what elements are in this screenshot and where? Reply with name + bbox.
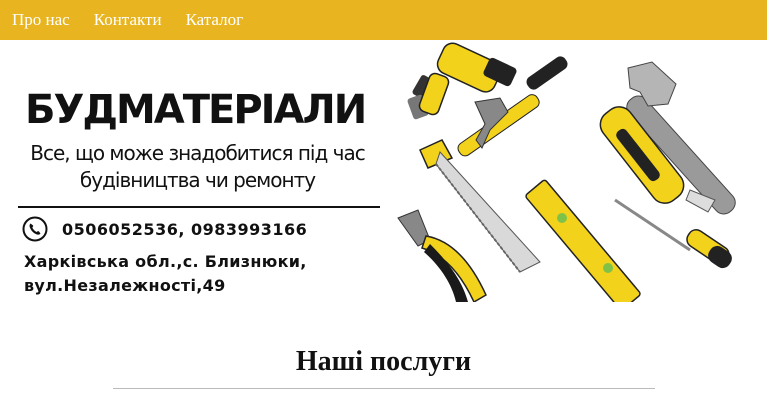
spirit-level-icon: [525, 179, 641, 302]
phone-row: 0506052536, 0983993166: [22, 215, 307, 243]
nav-link-about[interactable]: Про нас: [12, 10, 70, 30]
nav-link-catalog[interactable]: Каталог: [186, 10, 244, 30]
phone-icon: [22, 216, 48, 242]
address-line-1: Харківська обл.,с. Близнюки,: [24, 252, 307, 271]
tagline: Все, що може знадобитися під час будівни…: [30, 141, 365, 192]
address: Харківська обл.,с. Близнюки, вул.Незалеж…: [24, 250, 384, 298]
phone-numbers[interactable]: 0506052536, 0983993166: [62, 220, 307, 239]
services-divider: [113, 388, 655, 389]
pliers-icon: [397, 209, 487, 302]
hero-divider: [18, 206, 380, 208]
address-line-2: вул.Незалежності,49: [24, 276, 226, 295]
services-heading: Наші послуги: [295, 346, 472, 377]
nav-link-contacts[interactable]: Контакти: [94, 10, 162, 30]
hero-banner: БУДМАТЕРІАЛИ Все, що може знадобитися пі…: [0, 40, 767, 302]
top-navigation-bar: Про нас Контакти Каталог: [0, 0, 767, 40]
tools-illustration: [397, 42, 736, 302]
brand-title: БУДМАТЕРІАЛИ: [25, 87, 367, 133]
